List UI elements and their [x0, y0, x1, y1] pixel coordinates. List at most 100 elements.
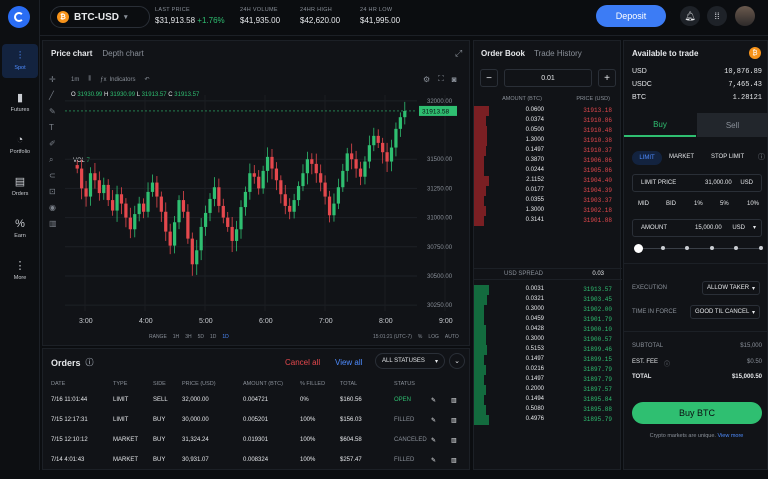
ask-row[interactable]: 1.3000 31910.38 [474, 136, 622, 146]
ask-row[interactable]: 0.0600 31913.18 [474, 106, 622, 116]
range-option[interactable]: 5D [198, 334, 204, 340]
bid-row[interactable]: 0.3000 31902.00 [474, 305, 622, 315]
trash-icon[interactable]: ▥ [451, 397, 457, 404]
price-chart[interactable]: 32000.00 31500.00 31250.00 31000.00 30750.00… [65, 73, 467, 327]
range-option[interactable]: 3H [185, 334, 191, 340]
brush-icon[interactable]: ✎ [49, 107, 56, 116]
tif-select[interactable]: GOOD TIL CANCEL ▾ [690, 305, 760, 319]
tab-depth-chart[interactable]: Depth chart [102, 49, 143, 58]
order-row[interactable]: 7/15 12:10:12 MARKET BUY 31,324.24 0.019301 1… [43, 437, 471, 459]
tab-trade-history[interactable]: Trade History [534, 49, 582, 58]
view-more-link[interactable]: View more [717, 433, 743, 439]
bid-row[interactable]: 0.2000 31897.57 [474, 385, 622, 395]
info-icon[interactable]: ⓘ [664, 359, 670, 368]
trash-icon[interactable]: ▥ [451, 437, 457, 444]
zoom-icon[interactable]: ⌕ [49, 155, 53, 165]
quick-bid[interactable]: BID [666, 201, 676, 207]
nav-futures[interactable]: ▮ Futures [2, 86, 38, 120]
sell-tab[interactable]: Sell [697, 113, 768, 137]
trash-icon[interactable]: ▥ [451, 417, 457, 424]
ask-row[interactable]: 0.0177 31904.39 [474, 186, 622, 196]
order-row[interactable]: 7/14 4:01:43 MARKET BUY 30,931.07 0.008324 10… [43, 457, 471, 479]
quick-10pct[interactable]: 10% [747, 201, 759, 207]
bid-row[interactable]: 0.1497 31899.15 [474, 355, 622, 365]
lock-icon[interactable]: ⊡ [49, 187, 56, 196]
bid-row[interactable]: 0.5080 31895.88 [474, 405, 622, 415]
bid-row[interactable]: 0.0428 31900.10 [474, 325, 622, 335]
bid-row[interactable]: 0.0459 31901.79 [474, 315, 622, 325]
slider-step[interactable] [759, 246, 763, 250]
percent-toggle[interactable]: % [418, 334, 422, 340]
amount-slider-track[interactable] [636, 248, 760, 249]
pencil-icon[interactable]: ✐ [49, 139, 56, 148]
nav-orders[interactable]: ▤ Orders [2, 170, 38, 204]
step-input[interactable]: 0.01 [504, 69, 592, 87]
nav-spot[interactable]: ⫶ Spot [2, 44, 38, 78]
collapse-button[interactable]: ⌄ [449, 353, 465, 369]
crosshair-icon[interactable]: ✛ [49, 75, 56, 84]
buy-tab[interactable]: Buy [624, 113, 696, 137]
ask-row[interactable]: 0.0374 31910.86 [474, 116, 622, 126]
bid-row[interactable]: 0.0031 31913.57 [474, 285, 622, 295]
nav-more[interactable]: ⋮ More [2, 254, 38, 288]
bid-row[interactable]: 0.0216 31897.79 [474, 365, 622, 375]
bid-row[interactable]: 0.4976 31895.79 [474, 415, 622, 425]
log-toggle[interactable]: LOG [428, 334, 439, 340]
nav-portfolio[interactable]: ◔ Portfolio [2, 128, 38, 162]
tab-order-book[interactable]: Order Book [481, 49, 525, 58]
info-icon[interactable]: ⓘ [758, 152, 765, 162]
tab-price-chart[interactable]: Price chart [51, 49, 92, 58]
avatar[interactable] [735, 6, 755, 26]
edit-icon[interactable]: ✎ [431, 437, 436, 444]
ask-row[interactable]: 0.0244 31905.86 [474, 166, 622, 176]
buy-btc-button[interactable]: Buy BTC [632, 402, 762, 424]
ask-row[interactable]: 2.1152 31904.40 [474, 176, 622, 186]
deposit-button[interactable]: Deposit [596, 5, 666, 27]
pair-selector[interactable]: ₿ BTC-USD ▾ [50, 6, 150, 28]
ask-row[interactable]: 0.0355 31903.37 [474, 196, 622, 206]
limit-price-field[interactable]: LIMIT PRICE 31,000.00 USD [632, 174, 762, 192]
view-all-link[interactable]: View all [335, 358, 362, 367]
quick-5pct[interactable]: 5% [720, 201, 729, 207]
ask-row[interactable]: 0.3141 31901.88 [474, 216, 622, 226]
order-type-limit[interactable]: LIMIT [632, 151, 662, 165]
text-icon[interactable]: T [49, 123, 54, 132]
auto-toggle[interactable]: AUTO [445, 334, 459, 340]
ask-row[interactable]: 0.0500 31910.48 [474, 126, 622, 136]
increase-step-button[interactable]: + [598, 69, 616, 87]
logo[interactable] [8, 6, 30, 28]
ask-row[interactable]: 0.1497 31910.37 [474, 146, 622, 156]
slider-step[interactable] [685, 246, 690, 250]
trash-icon[interactable]: ▥ [49, 219, 57, 228]
bid-row[interactable]: 0.1497 31897.79 [474, 375, 622, 385]
range-option[interactable]: 1D [210, 334, 216, 340]
trendline-icon[interactable]: ╱ [49, 91, 54, 100]
bid-row[interactable]: 0.1494 31895.84 [474, 395, 622, 405]
status-filter[interactable]: ALL STATUSES ▾ [375, 353, 445, 369]
decrease-step-button[interactable]: − [480, 69, 498, 87]
ask-row[interactable]: 0.3870 31906.86 [474, 156, 622, 166]
amount-slider-handle[interactable] [634, 244, 643, 253]
slider-step[interactable] [709, 246, 714, 250]
info-icon[interactable]: ⓘ [86, 357, 94, 368]
order-row[interactable]: 7/15 12:17:31 LIMIT BUY 30,000.00 0.005201 10… [43, 417, 471, 439]
order-type-market[interactable]: MARKET [669, 154, 694, 160]
order-row[interactable]: 7/16 11:01:44 LIMIT SELL 32,000.00 0.004721 0… [43, 397, 471, 419]
bid-row[interactable]: 0.3000 31900.57 [474, 335, 622, 345]
quick-mid[interactable]: MID [638, 201, 649, 207]
nav-earn[interactable]: % Earn [2, 212, 38, 246]
range-option-active[interactable]: 1D [222, 334, 228, 340]
edit-icon[interactable]: ✎ [431, 457, 436, 464]
magnet-icon[interactable]: ⊂ [49, 171, 56, 180]
cancel-all-link[interactable]: Cancel all [285, 358, 320, 367]
edit-icon[interactable]: ✎ [431, 417, 436, 424]
execution-select[interactable]: ALLOW TAKER ▾ [702, 281, 760, 295]
slider-step[interactable] [660, 246, 665, 250]
eye-icon[interactable]: ◉ [49, 203, 56, 212]
bell-icon[interactable]: 🔔︎ [680, 6, 700, 26]
quick-1pct[interactable]: 1% [694, 201, 703, 207]
edit-icon[interactable]: ✎ [431, 397, 436, 404]
order-type-stop-limit[interactable]: STOP LIMIT [711, 154, 744, 160]
expand-icon[interactable]: ⤢ [455, 48, 462, 59]
apps-grid-icon[interactable]: ⁞⁞ [707, 6, 727, 26]
